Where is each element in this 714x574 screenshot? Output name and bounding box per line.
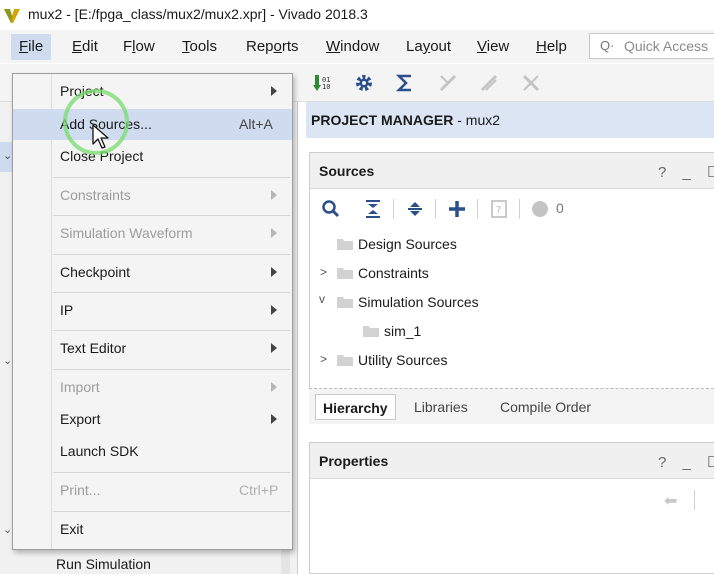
chevron-down-icon[interactable]: ⌄ xyxy=(3,354,12,367)
sources-tabs: Hierarchy Libraries Compile Order xyxy=(309,388,714,424)
sources-panel-header: Sources ? _ ☐ xyxy=(310,153,714,189)
folder-icon xyxy=(337,268,353,279)
menu-divider xyxy=(53,215,290,216)
tab-hierarchy[interactable]: Hierarchy xyxy=(315,394,396,420)
vivado-logo-icon xyxy=(4,9,20,23)
menu-divider xyxy=(53,369,290,370)
disabled-tool-icon-3 xyxy=(522,74,540,92)
sigma-icon[interactable] xyxy=(394,72,416,94)
window-title: mux2 - [E:/fpga_class/mux2/mux2.xpr] - V… xyxy=(28,6,368,22)
folder-icon xyxy=(363,326,379,337)
search-icon[interactable] xyxy=(321,199,341,219)
quick-access-input[interactable]: Q· Quick Access xyxy=(589,33,714,59)
menu-help[interactable]: Help xyxy=(528,34,575,60)
menu-divider xyxy=(53,330,290,331)
toolbar-separator xyxy=(519,199,520,219)
add-sources-icon[interactable] xyxy=(447,199,467,219)
submenu-arrow-icon xyxy=(271,414,277,424)
menu-divider xyxy=(53,254,290,255)
menu-item-import: Import xyxy=(13,372,292,403)
submenu-arrow-icon xyxy=(271,267,277,277)
submenu-arrow-icon xyxy=(271,305,277,315)
flow-item-run-simulation[interactable]: Run Simulation xyxy=(56,556,151,572)
menu-window[interactable]: Window xyxy=(318,34,387,60)
status-dot-icon xyxy=(532,201,548,217)
menu-flow[interactable]: Flow xyxy=(115,34,163,60)
disabled-tool-icon-1 xyxy=(439,74,457,92)
properties-panel: Properties ? _ ☐ xyxy=(309,442,714,574)
sources-panel: Sources ? _ ☐ xyxy=(309,152,714,424)
menu-divider xyxy=(53,177,290,178)
menu-layout[interactable]: Layout xyxy=(398,34,459,60)
properties-title: Properties xyxy=(319,453,389,469)
sources-title: Sources xyxy=(319,163,375,179)
menu-item-close-project[interactable]: Close Project xyxy=(13,141,292,172)
collapse-all-icon[interactable] xyxy=(363,199,383,219)
menu-reports[interactable]: Reports xyxy=(238,34,307,60)
arrow-left-icon: ⬅ xyxy=(664,493,678,510)
menu-divider xyxy=(53,472,290,473)
svg-text:?: ? xyxy=(496,205,501,216)
folder-icon xyxy=(337,297,353,308)
menu-item-project[interactable]: Project xyxy=(13,76,292,107)
toolbar-separator xyxy=(477,199,478,219)
menu-item-export[interactable]: Export xyxy=(13,404,292,435)
toolbar-separator xyxy=(694,490,695,510)
submenu-arrow-icon xyxy=(271,382,277,392)
submenu-arrow-icon xyxy=(271,190,277,200)
menu-view[interactable]: View xyxy=(469,34,517,60)
chevron-down-icon[interactable]: ⌄ xyxy=(3,149,12,162)
folder-icon xyxy=(337,239,353,250)
tab-libraries[interactable]: Libraries xyxy=(407,394,475,420)
chevron-right-icon[interactable]: > xyxy=(320,265,327,279)
menu-item-constraints: Constraints xyxy=(13,180,292,211)
sources-count: 0 xyxy=(556,200,564,216)
chevron-down-icon[interactable]: ⌄ xyxy=(3,523,12,536)
menu-tools[interactable]: Tools xyxy=(174,34,225,60)
title-bar: mux2 - [E:/fpga_class/mux2/mux2.xpr] - V… xyxy=(0,0,714,30)
submenu-arrow-icon xyxy=(271,343,277,353)
properties-panel-header: Properties ? _ ☐ xyxy=(310,443,714,479)
project-manager-title: PROJECT MANAGER - mux2 xyxy=(311,112,501,128)
properties-window-controls[interactable]: ? _ ☐ xyxy=(658,453,714,471)
menu-item-simulation-waveform: Simulation Waveform xyxy=(13,218,292,249)
menu-item-ip[interactable]: IP xyxy=(13,295,292,326)
toolbar-separator xyxy=(435,199,436,219)
toolbar-separator xyxy=(393,199,394,219)
tab-compile-order[interactable]: Compile Order xyxy=(493,394,598,420)
menu-file[interactable]: File xyxy=(11,34,52,60)
chevron-right-icon[interactable]: > xyxy=(320,352,327,366)
gear-icon[interactable] xyxy=(353,72,375,94)
search-icon: Q· xyxy=(600,38,615,53)
menu-item-print: Print... Ctrl+P xyxy=(60,482,279,498)
sources-window-controls[interactable]: ? _ ☐ xyxy=(658,163,714,181)
svg-text:10: 10 xyxy=(322,83,330,91)
menu-edit[interactable]: Edit xyxy=(64,34,106,60)
project-manager-header: PROJECT MANAGER - mux2 xyxy=(306,102,714,138)
submenu-arrow-icon xyxy=(271,86,277,96)
help-box-icon: ? xyxy=(491,200,507,218)
menu-item-add-sources[interactable]: Add Sources... Alt+A xyxy=(13,109,292,140)
menu-divider xyxy=(53,511,290,512)
menu-item-checkpoint[interactable]: Checkpoint xyxy=(13,257,292,288)
bitstream-icon[interactable]: 01 10 xyxy=(312,72,334,94)
folder-icon xyxy=(337,355,353,366)
menu-item-exit[interactable]: Exit xyxy=(13,514,292,545)
quick-access-placeholder: Quick Access xyxy=(624,38,709,54)
menu-divider xyxy=(53,292,290,293)
mouse-cursor-icon xyxy=(92,124,109,149)
file-menu-dropdown: Project Add Sources... Alt+A Close Proje… xyxy=(12,73,293,550)
menu-item-launch-sdk[interactable]: Launch SDK xyxy=(13,436,292,467)
chevron-down-icon[interactable]: v xyxy=(319,292,325,306)
submenu-arrow-icon xyxy=(271,228,277,238)
disabled-tool-icon-2 xyxy=(480,74,498,92)
menu-item-text-editor[interactable]: Text Editor xyxy=(13,333,292,364)
expand-all-icon[interactable] xyxy=(405,199,425,219)
